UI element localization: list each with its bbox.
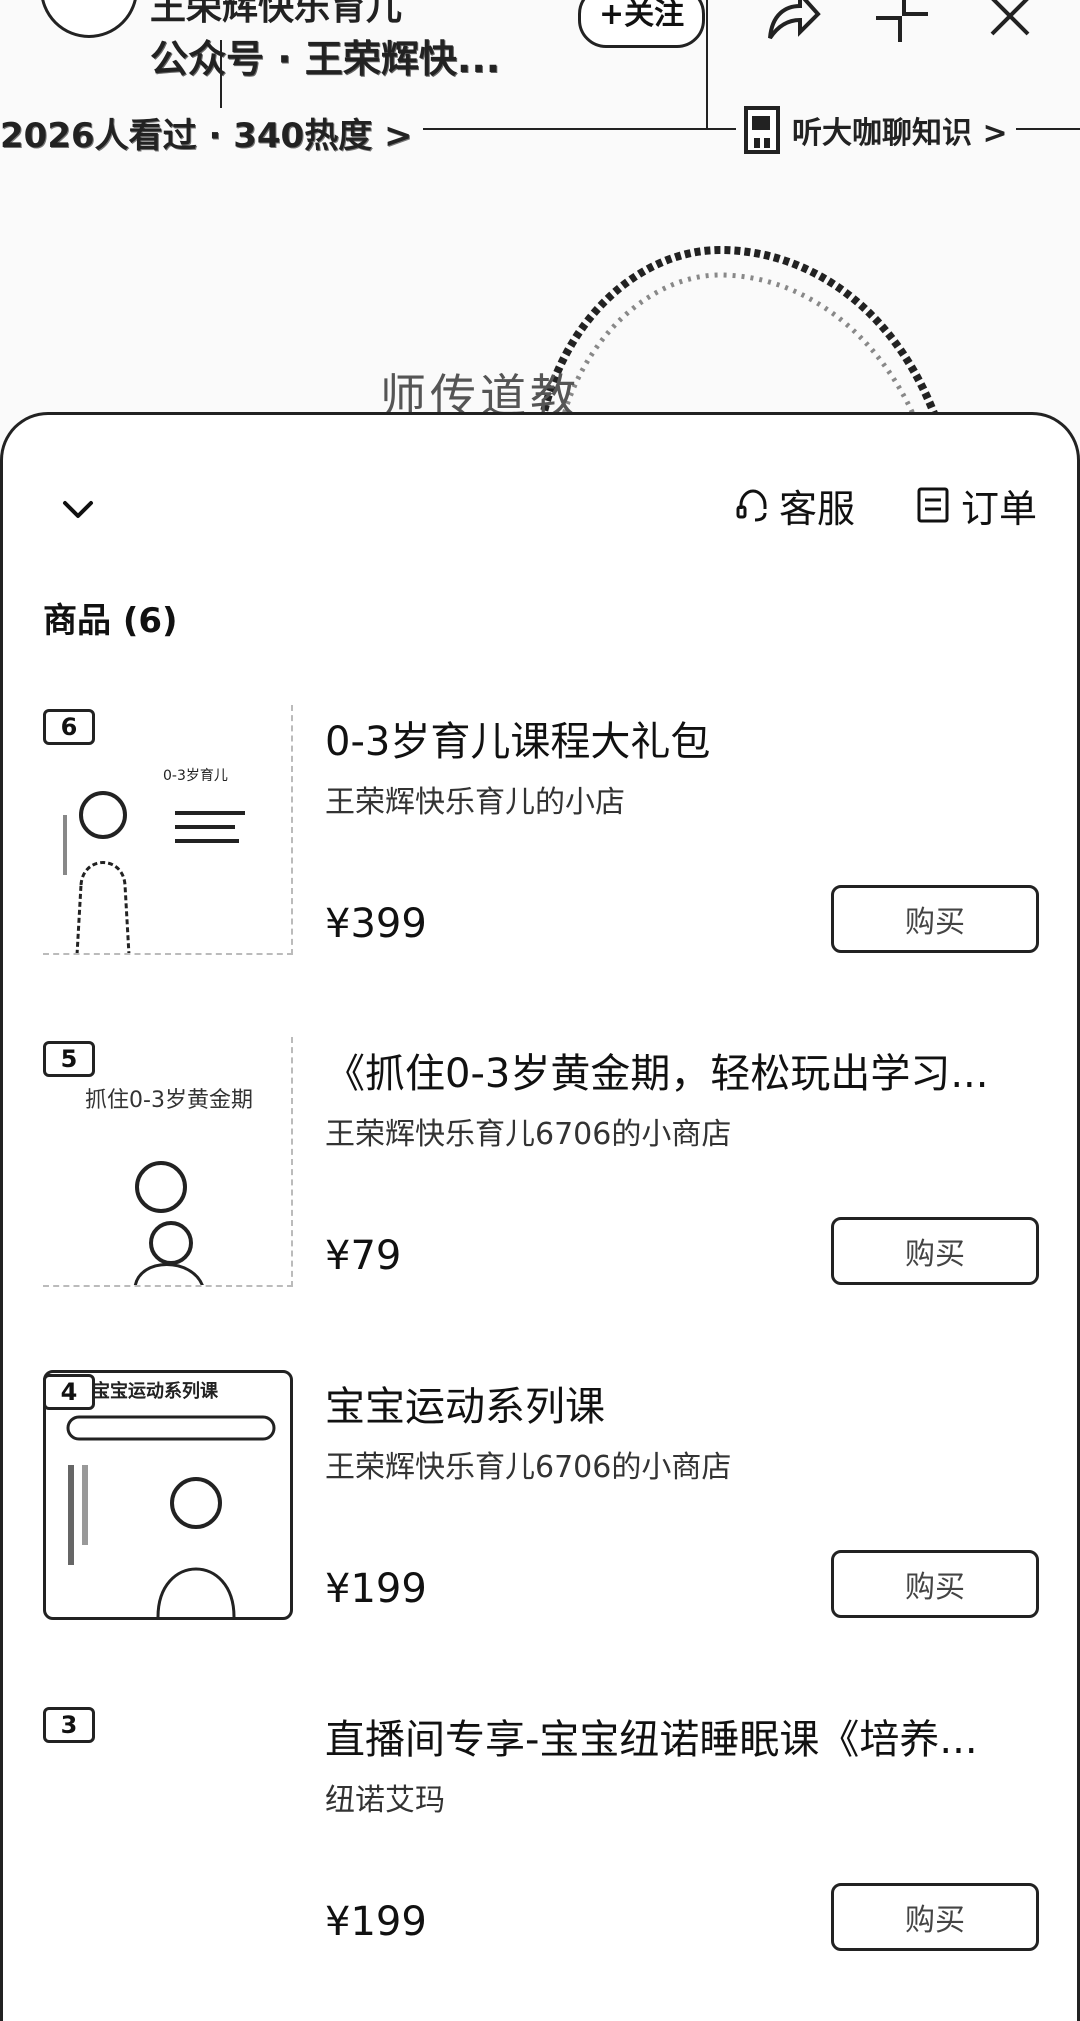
minimize-icon[interactable] — [870, 0, 934, 48]
listen-link[interactable]: 听大咖聊知识 > — [736, 104, 1016, 156]
view-stats[interactable]: 2026人看过 · 340热度 > — [0, 108, 423, 157]
product-title[interactable]: 直播间专享-宝宝纽诺睡眠课《培养... — [325, 1707, 1045, 1765]
product-item[interactable]: 抓住0-3岁黄金期 5 《抓住0-3岁黄金期，轻松玩出学习... 王荣辉快乐育儿… — [3, 1037, 1080, 1297]
thumbnail-caption: 宝宝运动系列课 — [92, 1381, 218, 1402]
customer-service-button[interactable]: 客服 — [733, 475, 855, 535]
product-price: ¥199 — [325, 1899, 427, 1945]
product-item[interactable]: 3 直播间专享-宝宝纽诺睡眠课《培养... 纽诺艾玛 ¥199 购买 — [3, 1703, 1080, 1963]
product-item[interactable]: 0-3岁育儿 6 0-3岁育儿课程大礼包 王荣辉快乐育儿的小店 ¥399 购买 — [3, 705, 1080, 965]
product-title[interactable]: 宝宝运动系列课 — [325, 1374, 1045, 1432]
section-title: 商品 (6) — [43, 601, 178, 641]
thumbnail-caption: 0-3岁育儿 — [163, 768, 228, 784]
account-source[interactable]: 公众号 · 王荣辉快... — [150, 28, 500, 83]
buy-button[interactable]: 购买 — [831, 1550, 1039, 1618]
rank-badge: 6 — [43, 709, 95, 745]
headset-icon — [736, 489, 767, 522]
sheet-header: 客服 订单 — [3, 415, 1077, 565]
rank-badge: 4 — [43, 1374, 95, 1410]
rank-badge: 5 — [43, 1041, 95, 1077]
product-shop: 王荣辉快乐育儿6706的小商店 — [325, 1117, 732, 1152]
close-icon[interactable] — [978, 0, 1042, 48]
buy-button[interactable]: 购买 — [831, 1883, 1039, 1951]
chevron-down-icon[interactable] — [53, 485, 103, 535]
share-icon[interactable] — [760, 0, 824, 48]
product-price: ¥199 — [325, 1566, 427, 1612]
buy-button[interactable]: 购买 — [831, 885, 1039, 953]
listen-link-label: 听大咖聊知识 > — [792, 116, 1008, 151]
product-shop: 王荣辉快乐育儿6706的小商店 — [325, 1450, 732, 1485]
account-avatar[interactable] — [40, 0, 138, 38]
product-shop: 纽诺艾玛 — [325, 1783, 445, 1818]
product-title[interactable]: 0-3岁育儿课程大礼包 — [325, 709, 1045, 767]
product-price: ¥79 — [325, 1233, 402, 1279]
video-backdrop: 王荣辉快乐育儿 公众号 · 王荣辉快... +关注 2026人看过 · 340热… — [0, 0, 1080, 470]
product-shop: 王荣辉快乐育儿的小店 — [325, 785, 625, 820]
order-list-icon — [917, 487, 949, 523]
product-price: ¥399 — [325, 901, 427, 947]
product-title[interactable]: 《抓住0-3岁黄金期，轻松玩出学习... — [325, 1041, 1045, 1099]
product-sheet: 客服 订单 商品 (6) 0-3岁育儿 6 0-3岁育儿课程大礼包 王荣辉快乐育… — [0, 412, 1080, 2021]
buy-button[interactable]: 购买 — [831, 1217, 1039, 1285]
orders-label: 订单 — [961, 486, 1038, 531]
follow-button[interactable]: +关注 — [578, 0, 706, 48]
book-icon — [744, 106, 780, 154]
customer-service-label: 客服 — [779, 486, 856, 531]
account-title: 王荣辉快乐育儿 — [150, 0, 403, 28]
orders-button[interactable]: 订单 — [915, 475, 1037, 535]
thumbnail-caption: 抓住0-3岁黄金期 — [85, 1088, 253, 1113]
product-item[interactable]: 宝宝运动系列课 4 宝宝运动系列课 王荣辉快乐育儿6706的小商店 ¥199 购… — [3, 1370, 1080, 1630]
divider — [706, 0, 708, 128]
video-figure — [536, 245, 944, 430]
rank-badge: 3 — [43, 1707, 95, 1743]
